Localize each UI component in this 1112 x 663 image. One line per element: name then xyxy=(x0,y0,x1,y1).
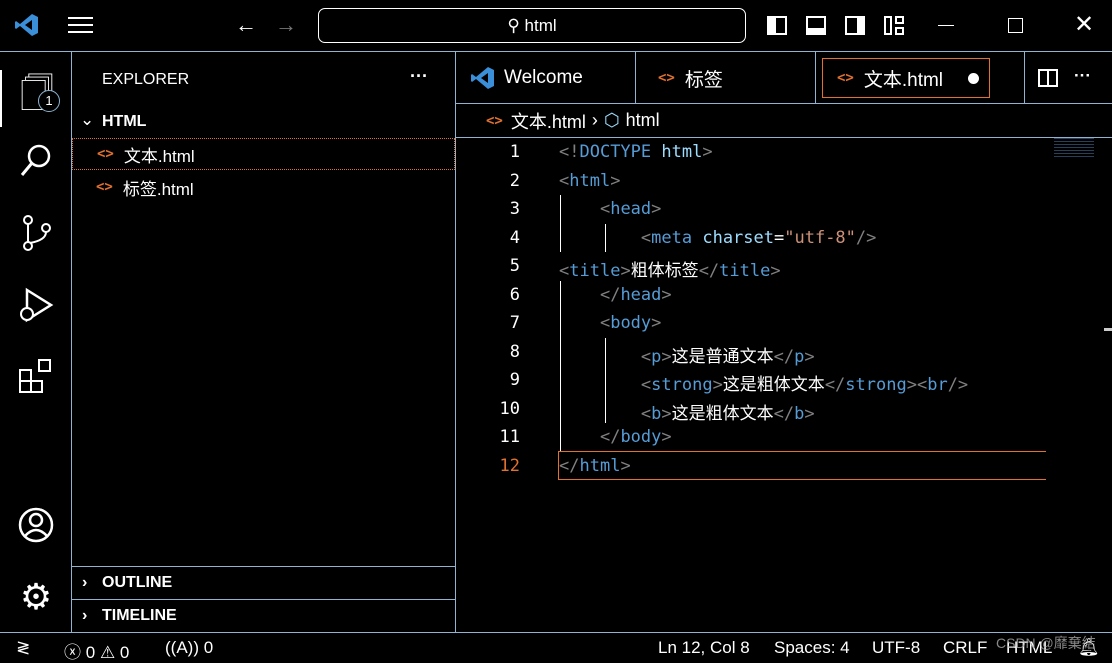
maximize-button[interactable] xyxy=(1008,18,1023,33)
explorer-sidebar: EXPLORER ··· ⌄ HTML <> 文本.html <> 标签.html ›… xyxy=(72,52,456,632)
minimize-button[interactable] xyxy=(938,25,954,26)
html-file-icon: <> xyxy=(658,70,675,86)
outline-section[interactable]: › OUTLINE xyxy=(72,566,455,599)
line-number: 9 xyxy=(509,370,520,390)
remote-icon[interactable]: ≷ xyxy=(16,638,30,658)
vscode-logo-icon xyxy=(471,67,494,89)
line-number: 10 xyxy=(499,398,520,419)
extensions-icon[interactable] xyxy=(0,358,72,396)
minimap[interactable] xyxy=(1054,138,1094,158)
cube-icon: ⬡ xyxy=(603,110,620,130)
current-line-highlight xyxy=(558,451,1046,480)
search-icon: ⚲ xyxy=(507,16,525,35)
editor-area: Welcome <> 标签 <> 文本.html ··· <> 文本.html › ⬡ ht… xyxy=(456,52,1112,632)
chevron-right-icon: › xyxy=(82,607,88,624)
html-file-icon: <> xyxy=(837,70,854,86)
line-number: 3 xyxy=(509,199,520,219)
run-debug-icon[interactable] xyxy=(0,286,72,324)
warning-icon: ⚠ xyxy=(99,643,116,662)
html-file-icon: <> xyxy=(486,112,503,129)
breadcrumb: <> 文本.html › ⬡ html xyxy=(456,104,1112,138)
encoding[interactable]: UTF-8 xyxy=(872,638,920,658)
forward-button[interactable]: → xyxy=(275,12,297,38)
explorer-icon[interactable]: 🗍 1 xyxy=(0,70,72,127)
status-bar: ≷ ⓧ 0 ⚠ 0 ((A)) 0 Ln 12, Col 8 Spaces: 4… xyxy=(0,632,1112,663)
title-bar: ← → ⚲ html ✕ xyxy=(0,0,1112,52)
tab-biaoqian[interactable]: <> 标签 xyxy=(636,52,816,104)
chevron-right-icon: › xyxy=(82,574,88,591)
ports-button[interactable]: ((A)) 0 xyxy=(165,638,213,658)
accounts-icon[interactable] xyxy=(0,506,72,544)
code-editor[interactable]: 1 2 3 4 5 6 7 8 9 10 11 12 <!DOCTYPE html> <html> <… xyxy=(456,138,1112,632)
more-actions-button[interactable]: ··· xyxy=(1074,66,1091,86)
line-number: 7 xyxy=(509,313,520,333)
command-center-search[interactable]: ⚲ html xyxy=(318,8,746,43)
folder-html[interactable]: ⌄ HTML xyxy=(72,110,455,134)
vscode-logo-icon xyxy=(15,14,38,36)
back-button[interactable]: ← xyxy=(235,12,257,38)
line-number: 5 xyxy=(509,256,520,276)
search-icon[interactable] xyxy=(0,142,72,178)
activity-bar: 🗍 1 ⚙ xyxy=(0,52,72,632)
explorer-title: EXPLORER xyxy=(102,71,190,88)
file-item[interactable]: <> 文本.html xyxy=(72,138,455,170)
breadcrumb-file[interactable]: 文本.html xyxy=(511,108,586,134)
more-actions-button[interactable]: ··· xyxy=(410,66,428,87)
line-number: 12 xyxy=(499,455,520,476)
close-button[interactable]: ✕ xyxy=(1074,10,1094,39)
line-number: 1 xyxy=(509,142,520,162)
line-number: 8 xyxy=(509,341,520,362)
menu-icon[interactable] xyxy=(68,17,93,33)
chevron-down-icon: ⌄ xyxy=(80,110,95,129)
settings-gear-icon[interactable]: ⚙ xyxy=(0,576,72,618)
tab-bar: Welcome <> 标签 <> 文本.html ··· xyxy=(456,52,1112,104)
line-number: 4 xyxy=(509,227,520,248)
scrollbar-indicator[interactable] xyxy=(1104,328,1112,331)
problems-button[interactable]: ⓧ 0 ⚠ 0 xyxy=(64,638,129,663)
source-control-icon[interactable] xyxy=(0,214,72,252)
timeline-section[interactable]: › TIMELINE xyxy=(72,599,455,632)
notifications-bell-icon[interactable]: 🔔︎ xyxy=(1078,638,1100,658)
toggle-secondary-sidebar-icon[interactable] xyxy=(845,16,865,35)
indentation[interactable]: Spaces: 4 xyxy=(774,638,850,658)
line-ending[interactable]: CRLF xyxy=(943,638,987,658)
customize-layout-icon[interactable] xyxy=(884,16,904,35)
unsaved-dot-icon[interactable] xyxy=(968,73,979,84)
toggle-panel-icon[interactable] xyxy=(806,16,826,35)
broadcast-icon: ((A)) xyxy=(165,638,199,657)
html-file-icon: <> xyxy=(96,179,113,195)
line-number: 6 xyxy=(509,284,520,305)
split-editor-icon[interactable] xyxy=(1038,69,1058,87)
toggle-sidebar-icon[interactable] xyxy=(767,16,787,35)
line-number: 2 xyxy=(509,170,520,191)
cursor-position[interactable]: Ln 12, Col 8 xyxy=(658,638,750,658)
html-file-icon: <> xyxy=(97,146,114,162)
tab-wenben-active[interactable]: <> 文本.html xyxy=(822,58,990,98)
line-number: 11 xyxy=(499,427,520,447)
error-icon: ⓧ xyxy=(64,643,81,662)
file-item[interactable]: <> 标签.html xyxy=(72,171,455,203)
tab-welcome[interactable]: Welcome xyxy=(456,52,636,104)
breadcrumb-symbol[interactable]: html xyxy=(626,110,660,131)
